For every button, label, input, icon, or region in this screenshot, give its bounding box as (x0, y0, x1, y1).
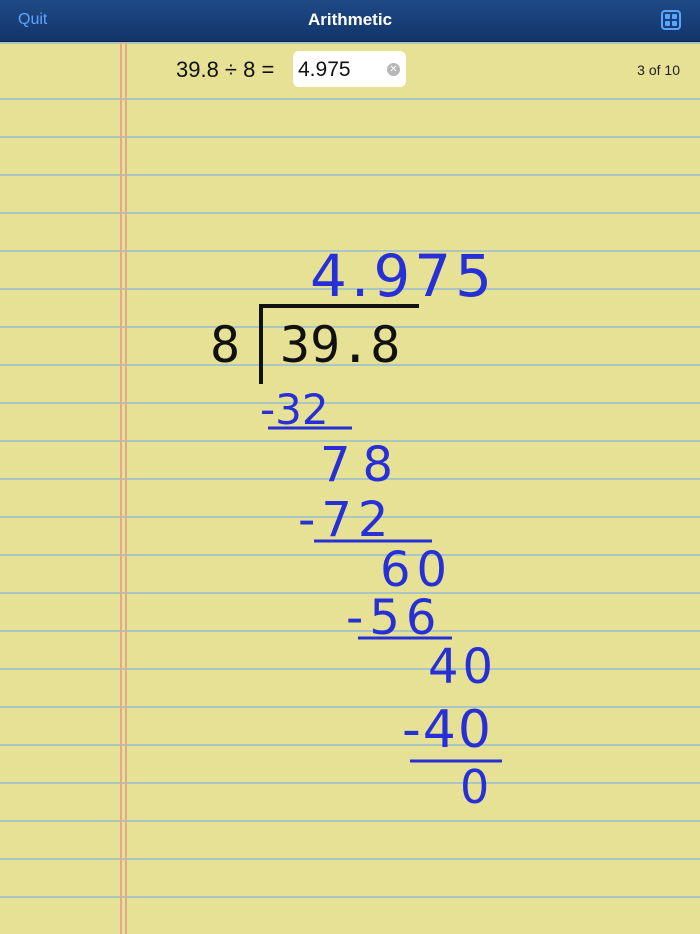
step-8: 0 (460, 760, 490, 814)
step-line (410, 759, 502, 763)
